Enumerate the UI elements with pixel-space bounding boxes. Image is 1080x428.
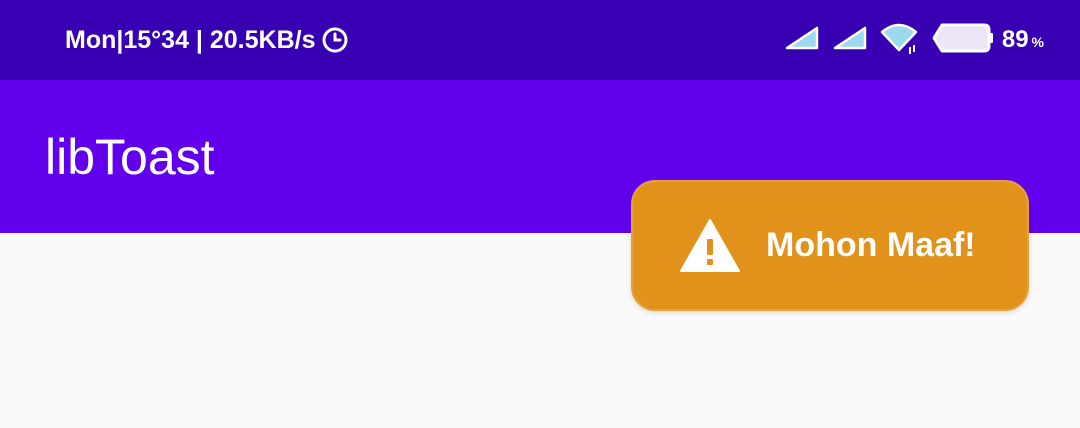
battery-percent-value: 89 [1001, 26, 1029, 53]
status-bar: Mon|15°34 | 20.5KB/s 89 % [0, 0, 1080, 80]
signal-icon [784, 25, 820, 56]
battery-icon [932, 22, 994, 59]
percent-sign: % [1031, 34, 1044, 50]
toast-message: Mohon Maaf! [766, 226, 976, 264]
warning-icon [679, 218, 741, 274]
battery-percent: 89% [1002, 26, 1044, 54]
signal-icon [832, 25, 868, 56]
page-title: libToast [45, 129, 215, 185]
status-right: 89% [772, 0, 1044, 80]
wifi-icon [880, 21, 920, 60]
status-time-text: Mon|15°34 | 20.5KB/s [65, 25, 316, 54]
toast: Mohon Maaf! [631, 180, 1029, 311]
status-left: Mon|15°34 | 20.5KB/s [65, 0, 349, 80]
clock-icon [321, 26, 349, 54]
